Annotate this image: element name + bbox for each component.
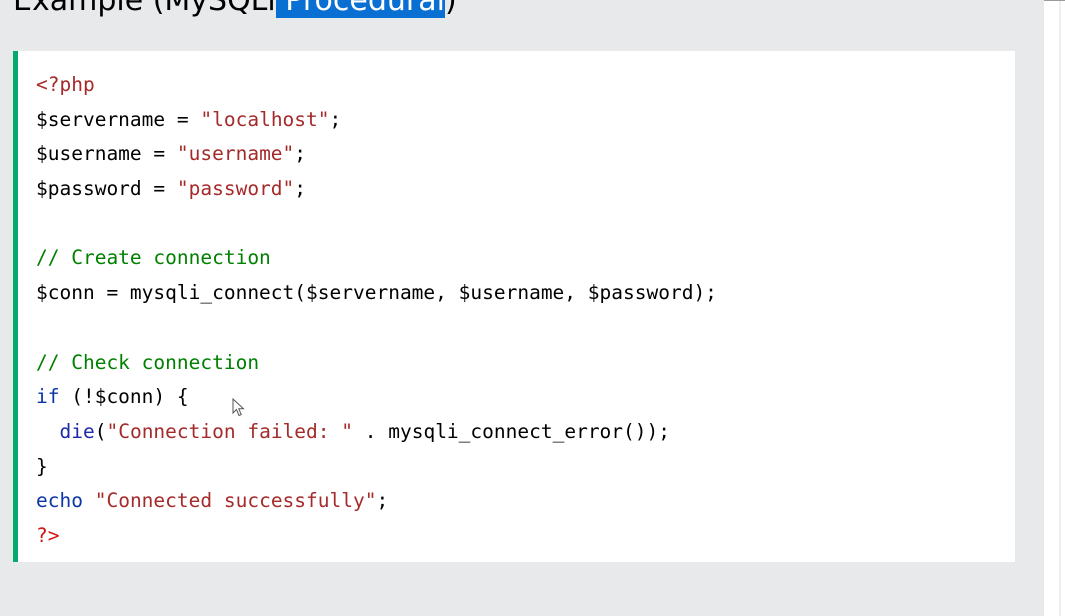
code-text: $password =	[36, 177, 177, 201]
code-text: $servername =	[36, 107, 201, 131]
code-line: $username = "username";	[36, 137, 717, 172]
php-close-tag: ?>	[36, 523, 60, 547]
mouse-pointer-icon	[232, 398, 245, 417]
code-comment: // Create connection	[36, 246, 271, 270]
code-text: ;	[294, 177, 307, 201]
php-open-tag: <?php	[36, 73, 95, 96]
code-line: }	[36, 450, 717, 485]
function-name: die	[59, 419, 95, 443]
string-literal: "localhost"	[200, 107, 330, 131]
string-literal: "password"	[176, 177, 295, 201]
heading-prefix: Example (MySQLi	[13, 0, 276, 18]
page-heading: Example (MySQLi Procedural)	[13, 0, 457, 20]
code-text: (!$conn) {	[59, 385, 189, 409]
heading-suffix: )	[444, 0, 457, 18]
code-line: // Create connection	[36, 241, 717, 276]
code-text: ;	[376, 489, 389, 513]
code-comment: // Check connection	[36, 350, 260, 374]
scrollbar-track[interactable]	[1044, 0, 1065, 616]
code-line: echo "Connected successfully";	[36, 484, 717, 519]
code-text: }	[36, 454, 48, 478]
code-text: . mysqli_connect_error());	[353, 419, 670, 443]
string-literal: "username"	[176, 142, 295, 166]
code-line: // Check connection	[36, 346, 717, 381]
code-example-box[interactable]: <?php $servername = "localhost"; $username…	[13, 51, 1015, 562]
window-top-edge	[1044, 0, 1065, 1]
heading-selected-text[interactable]: Procedural	[275, 0, 445, 18]
code-line: $servername = "localhost";	[36, 103, 717, 138]
code-text: (	[94, 419, 107, 443]
code-keyword: echo	[36, 489, 83, 513]
string-literal: "Connected successfully"	[94, 489, 377, 513]
code-block[interactable]: <?php $servername = "localhost"; $username…	[36, 68, 717, 554]
code-line: ?>	[36, 519, 717, 554]
code-text: $conn = mysqli_connect($servername, $use…	[36, 281, 717, 305]
scrollbar-edge	[1059, 0, 1061, 616]
code-text: ;	[329, 107, 342, 131]
code-line: if (!$conn) {	[36, 380, 717, 415]
code-text: $username =	[36, 142, 177, 166]
code-line: $conn = mysqli_connect($servername, $use…	[36, 276, 717, 311]
code-line: $password = "password";	[36, 172, 717, 207]
string-literal: "Connection failed: "	[106, 419, 354, 443]
code-line: die("Connection failed: " . mysqli_conne…	[36, 415, 717, 450]
code-line: <?php	[36, 68, 717, 103]
code-keyword: if	[36, 385, 60, 409]
code-text: ;	[294, 142, 307, 166]
